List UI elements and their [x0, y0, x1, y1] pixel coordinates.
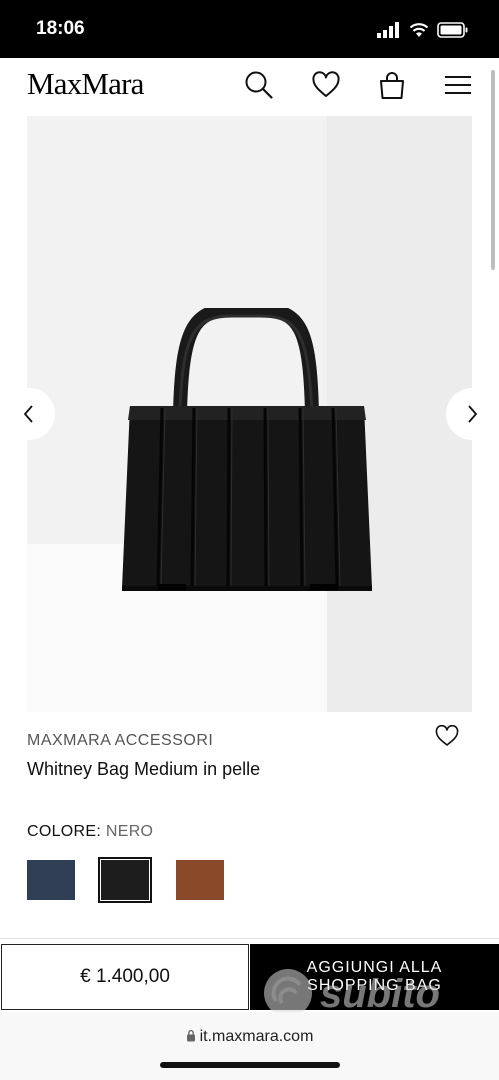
- divider: [0, 938, 499, 939]
- color-swatch-black[interactable]: [98, 857, 152, 903]
- hamburger-menu-icon: [445, 76, 471, 94]
- menu-button[interactable]: [441, 68, 475, 102]
- color-key: COLORE:: [27, 823, 102, 840]
- lock-icon: [186, 1029, 195, 1042]
- gallery-prev-button[interactable]: [3, 388, 55, 440]
- color-swatch-blue[interactable]: [27, 860, 75, 900]
- maxmara-logo[interactable]: MaxMara: [27, 66, 144, 102]
- status-time: 18:06: [36, 18, 85, 39]
- signal-icon: [377, 22, 399, 38]
- product-name: Whitney Bag Medium in pelle: [27, 759, 261, 779]
- wifi-icon: [409, 23, 429, 37]
- shopping-bag-icon: [380, 72, 404, 99]
- heart-icon: [435, 724, 459, 746]
- shopping-bag-button[interactable]: [375, 68, 409, 102]
- chevron-left-icon: [23, 405, 33, 423]
- color-swatch-brown[interactable]: [176, 860, 224, 900]
- gallery-next-button[interactable]: [446, 388, 498, 440]
- watermark-text: subito: [320, 972, 440, 1016]
- status-bar: 18:06: [0, 0, 499, 58]
- whitney-bag-image: [122, 308, 372, 591]
- battery-icon: [437, 22, 468, 38]
- color-selector-label: COLORE: NERO: [27, 823, 153, 841]
- scrollbar[interactable]: [491, 70, 495, 270]
- site-header: MaxMara: [0, 58, 499, 114]
- browser-url-bar[interactable]: it.maxmara.com: [0, 1012, 499, 1080]
- price: € 1.400,00: [1, 944, 249, 1010]
- add-to-wishlist-button[interactable]: [435, 724, 459, 749]
- status-icons: [377, 19, 469, 41]
- product-image-gallery[interactable]: [27, 116, 472, 712]
- chevron-right-icon: [468, 405, 478, 423]
- url-text: it.maxmara.com: [199, 1028, 314, 1045]
- search-icon: [245, 71, 273, 99]
- search-button[interactable]: [242, 68, 276, 102]
- url-display[interactable]: it.maxmara.com: [0, 1028, 499, 1046]
- heart-icon: [312, 71, 340, 97]
- color-value: NERO: [105, 823, 154, 840]
- wishlist-button[interactable]: [309, 68, 343, 102]
- home-indicator[interactable]: [160, 1062, 340, 1068]
- product-brand: MAXMARA ACCESSORI: [27, 732, 214, 749]
